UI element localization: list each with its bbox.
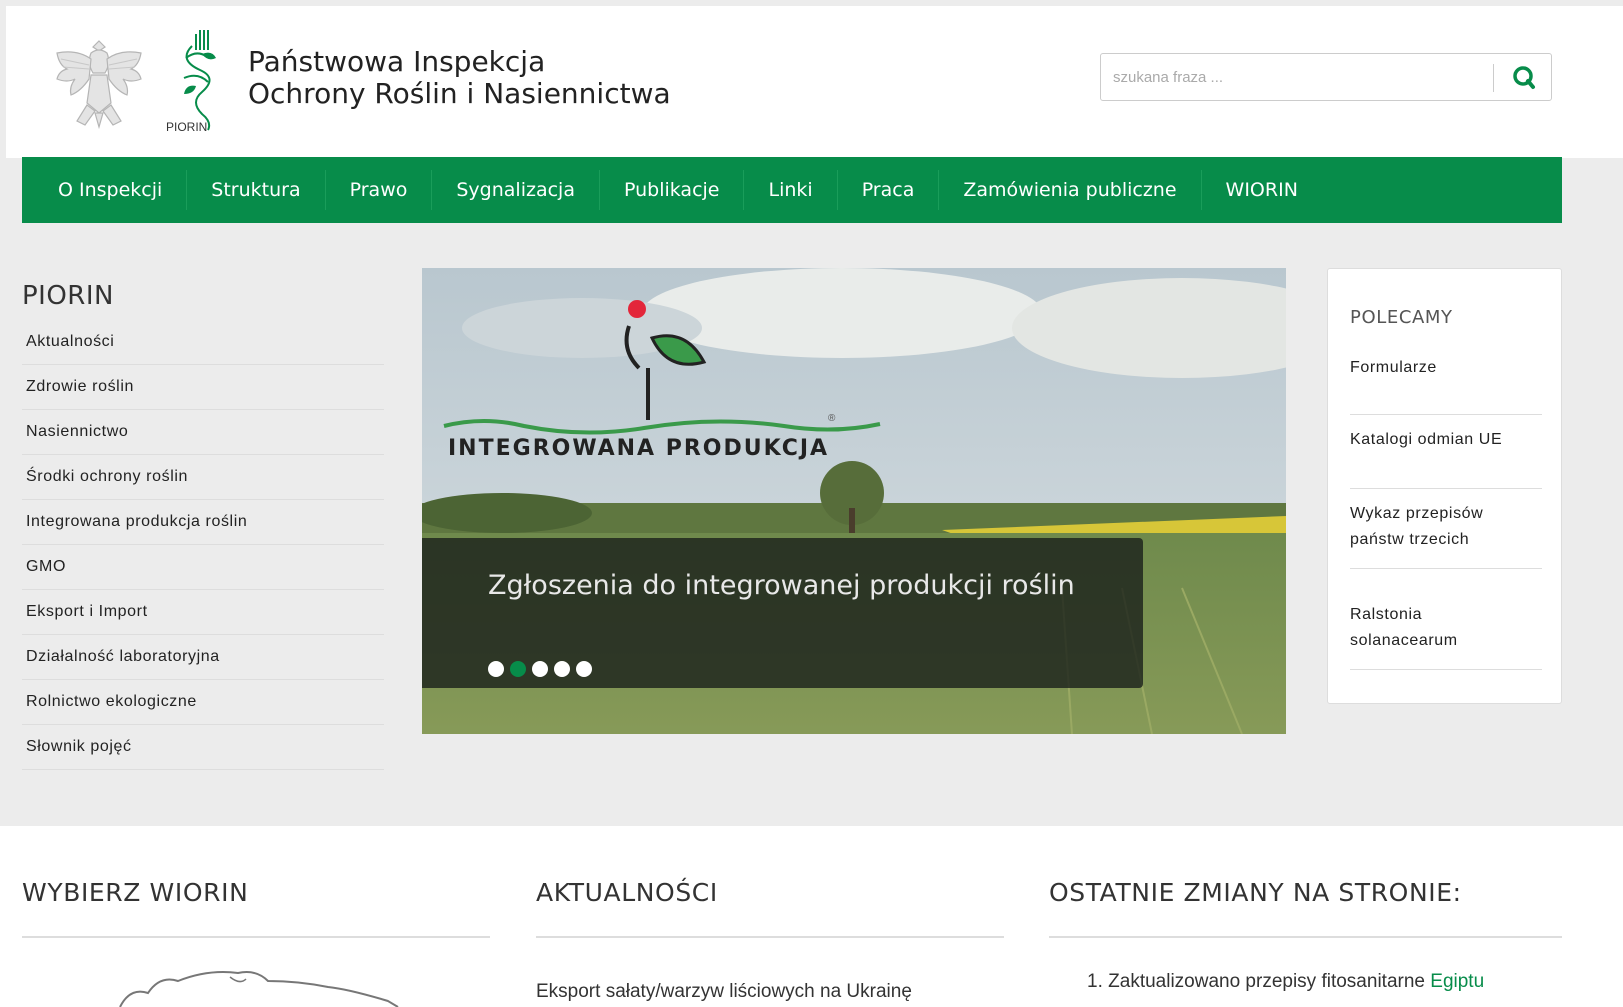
nav-item-prawo[interactable]: Prawo xyxy=(326,170,433,210)
recommend-title: POLECAMY xyxy=(1350,307,1453,328)
piorin-logo-icon[interactable]: PIORIN xyxy=(166,28,226,134)
hero-slider[interactable]: ® INTEGROWANA PRODUKCJA Zgłoszenia do in… xyxy=(422,268,1286,734)
recommend-item-katalogi[interactable]: Katalogi odmian UE xyxy=(1350,427,1542,489)
search-input[interactable] xyxy=(1113,64,1483,90)
sidebar-item-zdrowie-roslin[interactable]: Zdrowie roślin xyxy=(22,365,384,410)
polish-eagle-emblem-icon[interactable] xyxy=(51,33,147,133)
slider-dot-3[interactable] xyxy=(532,661,548,677)
slider-dot-5[interactable] xyxy=(576,661,592,677)
svg-text:®: ® xyxy=(828,413,836,424)
bottom-section: WYBIERZ WIORIN AKTUALNOŚCI Eksport sałat… xyxy=(0,826,1623,1007)
main-nav: O Inspekcji Struktura Prawo Sygnalizacja… xyxy=(22,157,1562,223)
changes-title-text: OSTATNIE ZMIANY NA STRONIE: xyxy=(1049,878,1462,907)
slider-dot-2[interactable] xyxy=(510,661,526,677)
recommend-item-label-line-2: państw trzecich xyxy=(1350,531,1470,548)
slider-dot-4[interactable] xyxy=(554,661,570,677)
header: PIORIN Państwowa Inspekcja Ochrony Rośli… xyxy=(6,6,1623,158)
recommend-item-label-line-1: Ralstonia xyxy=(1350,606,1423,623)
recommend-box: POLECAMY Formularze Katalogi odmian UE W… xyxy=(1327,268,1562,704)
slider-dot-1[interactable] xyxy=(488,661,504,677)
search-icon[interactable] xyxy=(1501,60,1545,96)
sidebar-item-srodki-ochrony-roslin[interactable]: Środki ochrony roślin xyxy=(22,455,384,500)
news-item-link[interactable]: Eksport sałaty/warzyw liściowych na Ukra… xyxy=(536,981,912,1003)
slide-caption: Zgłoszenia do integrowanej produkcji roś… xyxy=(422,538,1143,688)
recommend-item-formularze[interactable]: Formularze xyxy=(1350,355,1542,415)
nav-item-o-inspekcji[interactable]: O Inspekcji xyxy=(34,170,188,210)
sidebar-item-nasiennictwo[interactable]: Nasiennictwo xyxy=(22,410,384,455)
slide-logo-text: INTEGROWANA PRODUKCJA xyxy=(448,436,829,461)
sidebar-item-dzialalnosc-laboratoryjna[interactable]: Działalność laboratoryjna xyxy=(22,635,384,680)
changes-item-text: Zaktualizowano przepisy fitosanitarne xyxy=(1108,971,1425,992)
search-separator xyxy=(1493,64,1494,92)
recommend-item-label-line-2: solanacearum xyxy=(1350,632,1458,649)
sidebar-item-slownik-pojec[interactable]: Słownik pojęć xyxy=(22,725,384,770)
nav-item-praca[interactable]: Praca xyxy=(838,170,940,210)
news-title-text: AKTUALNOŚCI xyxy=(536,878,718,907)
sidebar: PIORIN Aktualności Zdrowie roślin Nasien… xyxy=(22,281,384,770)
divider xyxy=(1049,936,1562,938)
recommend-item-label: Formularze xyxy=(1350,359,1437,376)
sidebar-item-integrowana-produkcja[interactable]: Integrowana produkcja roślin xyxy=(22,500,384,545)
nav-item-publikacje[interactable]: Publikacje xyxy=(600,170,745,210)
recommend-item-wykaz-przepisow[interactable]: Wykaz przepisów państw trzecich xyxy=(1350,501,1542,569)
site-title[interactable]: Państwowa Inspekcja Ochrony Roślin i Nas… xyxy=(248,46,671,110)
recommend-item-ralstonia[interactable]: Ralstonia solanacearum xyxy=(1350,602,1542,670)
nav-item-linki[interactable]: Linki xyxy=(744,170,838,210)
changes-item-link[interactable]: Egiptu xyxy=(1430,971,1484,992)
sidebar-item-aktualnosci[interactable]: Aktualności xyxy=(22,320,384,365)
recommend-item-label-line-1: Wykaz przepisów xyxy=(1350,505,1484,522)
site-title-line-1: Państwowa Inspekcja xyxy=(248,45,546,78)
sidebar-item-eksport-i-import[interactable]: Eksport i Import xyxy=(22,590,384,635)
changes-item-number: 1. xyxy=(1087,971,1103,992)
nav-item-struktura[interactable]: Struktura xyxy=(187,170,326,210)
poland-map[interactable] xyxy=(90,964,450,1007)
slide-caption-text[interactable]: Zgłoszenia do integrowanej produkcji roś… xyxy=(488,570,1075,601)
wiorin-title-text: WYBIERZ WIORIN xyxy=(22,878,249,907)
nav-item-zamowienia-publiczne[interactable]: Zamówienia publiczne xyxy=(939,170,1202,210)
page: PIORIN Państwowa Inspekcja Ochrony Rośli… xyxy=(0,0,1623,1007)
changes-list-item: 1. Zaktualizowano przepisy fitosanitarne… xyxy=(1087,971,1484,993)
sidebar-item-rolnictwo-ekologiczne[interactable]: Rolnictwo ekologiczne xyxy=(22,680,384,725)
nav-item-wiorin[interactable]: WIORIN xyxy=(1202,170,1322,210)
sidebar-title: PIORIN xyxy=(22,281,114,311)
divider xyxy=(22,936,490,938)
slider-dots xyxy=(488,661,592,677)
search-box xyxy=(1100,53,1552,101)
news-column-title: AKTUALNOŚCI xyxy=(536,878,718,907)
piorin-logo-text: PIORIN xyxy=(166,120,207,134)
sidebar-item-gmo[interactable]: GMO xyxy=(22,545,384,590)
nav-item-sygnalizacja[interactable]: Sygnalizacja xyxy=(432,170,600,210)
site-title-line-2: Ochrony Roślin i Nasiennictwa xyxy=(248,77,671,110)
changes-column-title: OSTATNIE ZMIANY NA STRONIE: xyxy=(1049,878,1462,907)
wiorin-column-title: WYBIERZ WIORIN xyxy=(22,878,248,907)
divider xyxy=(536,936,1004,938)
recommend-item-label: Katalogi odmian UE xyxy=(1350,431,1503,448)
